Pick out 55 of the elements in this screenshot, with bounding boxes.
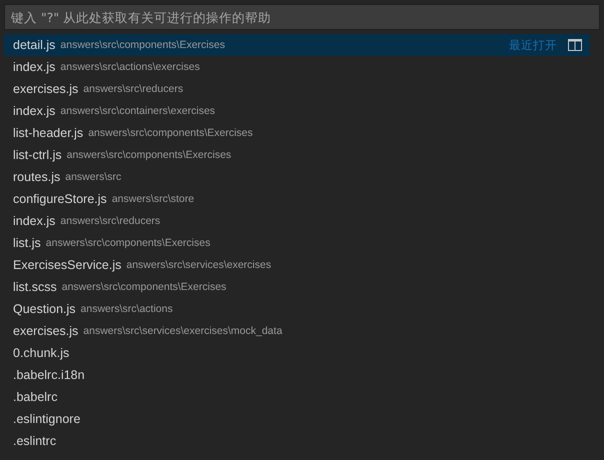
file-name: exercises.js [13, 324, 78, 338]
file-name: Question.js [13, 302, 76, 316]
file-result[interactable]: exercises.js answers\src\services\exercises\mock_data [4, 320, 590, 342]
file-path: answers\src\services\exercises\mock_data [83, 325, 282, 337]
file-name: list.js [13, 236, 41, 250]
file-path: answers\src [65, 171, 122, 183]
file-path: answers\src\containers\exercises [60, 105, 216, 117]
file-path: answers\src\services\exercises [126, 259, 272, 271]
file-result[interactable]: .babelrc [4, 386, 590, 408]
file-result[interactable]: list.scss answers\src\components\Exercises [4, 276, 590, 298]
file-path: answers\src\actions [80, 303, 173, 315]
file-name: list.scss [13, 280, 57, 294]
file-result[interactable]: .babelrc.i18n [4, 364, 590, 386]
file-result[interactable]: .eslintrc [4, 430, 590, 452]
file-name: index.js [13, 214, 56, 228]
file-path: answers\src\components\Exercises [46, 237, 210, 249]
file-name: .eslintignore [13, 412, 80, 426]
file-result[interactable]: .eslintignore [4, 408, 590, 430]
file-name: .eslintrc [13, 434, 56, 448]
file-result[interactable]: ExercisesService.js answers\src\services\exercises [4, 254, 590, 276]
file-path: answers\src\components\Exercises [66, 149, 232, 161]
search-field[interactable]: 键入 "?" 从此处获取有关可进行的操作的帮助 [4, 4, 600, 30]
file-result[interactable]: index.js answers\src\containers\exercises [4, 100, 590, 122]
file-result[interactable]: detail.js answers\src\components\Exercises 最近打开 [4, 34, 590, 56]
file-name: index.js [13, 104, 56, 118]
recently-opened-label: 最近打开 [509, 38, 557, 52]
file-path: answers\src\actions\exercises [60, 61, 200, 73]
file-name: 0.chunk.js [13, 346, 70, 360]
file-result[interactable]: routes.js answers\src [4, 166, 590, 188]
file-name: .babelrc.i18n [13, 368, 85, 382]
file-path: answers\src\components\Exercises [88, 127, 253, 139]
file-name: detail.js [13, 38, 56, 52]
file-result[interactable]: configureStore.js answers\src\store [4, 188, 590, 210]
file-path: answers\src\components\Exercises [62, 281, 226, 293]
file-name: ExercisesService.js [13, 258, 122, 272]
file-result[interactable]: list-ctrl.js answers\src\components\Exercises [4, 144, 590, 166]
file-name: .babelrc [13, 390, 58, 404]
file-path: answers\src\store [112, 193, 194, 205]
file-name: index.js [13, 60, 56, 74]
file-result[interactable]: index.js answers\src\actions\exercises [4, 56, 590, 78]
file-path: answers\src\reducers [60, 215, 160, 227]
file-name: configureStore.js [13, 192, 107, 206]
file-result[interactable]: 0.chunk.js [4, 342, 590, 364]
file-name: routes.js [13, 170, 60, 184]
file-path: answers\src\components\Exercises [60, 39, 225, 51]
file-result[interactable]: Question.js answers\src\actions [4, 298, 590, 320]
file-name: list-ctrl.js [13, 148, 62, 162]
file-result[interactable]: list-header.js answers\src\components\Exercises [4, 122, 590, 144]
file-result[interactable]: index.js answers\src\reducers [4, 210, 590, 232]
file-path: answers\src\reducers [83, 83, 184, 95]
split-editor-icon[interactable] [568, 39, 582, 51]
file-result[interactable]: list.js answers\src\components\Exercises [4, 232, 590, 254]
file-result[interactable]: exercises.js answers\src\reducers [4, 78, 590, 100]
file-name: list-header.js [13, 126, 84, 140]
file-name: exercises.js [13, 82, 78, 96]
